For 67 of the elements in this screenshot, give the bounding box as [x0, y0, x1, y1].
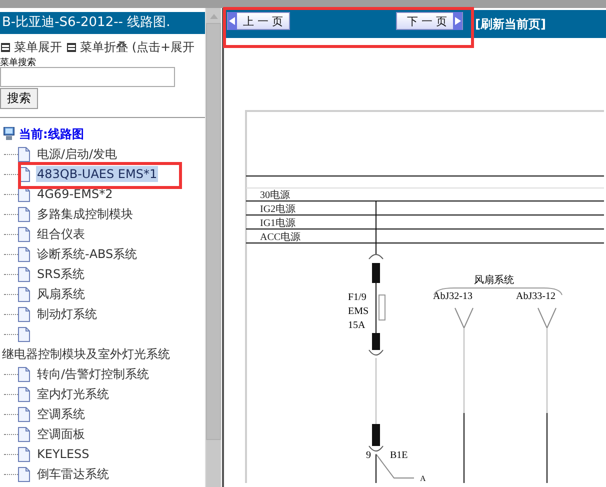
splice-label: B1E: [390, 450, 408, 461]
connector-symbol: [538, 308, 556, 330]
search-label: 菜单搜索: [0, 56, 37, 67]
document-icon: [18, 386, 30, 402]
rail-label: 30电源: [260, 190, 290, 201]
previous-page-button[interactable]: 上 一 页: [227, 12, 290, 30]
menu-link[interactable]: 菜单折叠 (点击+展开: [80, 38, 195, 56]
tree-folder-label[interactable]: 继电器控制模块及室外灯光系统: [2, 346, 170, 362]
tree-root-label[interactable]: 当前:线路图: [19, 126, 84, 142]
terminal-block: [372, 424, 380, 446]
tree-item[interactable]: 诊断系统-ABS系统: [36, 244, 138, 264]
document-icon: [18, 266, 30, 282]
connector-label: AbJ33-12: [516, 291, 556, 302]
connector-arc: [368, 254, 384, 260]
connector-label: AbJ32-13: [433, 291, 472, 302]
connector-arc: [368, 350, 384, 356]
document-icon: [18, 286, 30, 302]
document-icon: [18, 366, 30, 382]
next-page-button[interactable]: 下 一 页: [396, 12, 463, 30]
rail-label: ACC电源: [260, 232, 301, 243]
tree-item[interactable]: 转向/告警灯控制系统: [36, 364, 150, 384]
fuse-name: F1/9: [348, 292, 366, 303]
menu-icon[interactable]: [1, 42, 10, 52]
tree-item[interactable]: 多路集成控制模块: [36, 204, 134, 224]
tree-item[interactable]: 室内灯光系统: [36, 384, 110, 404]
branch-label: A: [420, 474, 426, 483]
terminal-block: [372, 263, 380, 283]
tree-item[interactable]: 制动灯系统: [36, 304, 98, 324]
document-icon: [18, 306, 30, 322]
document-icon: [18, 146, 30, 162]
tree-item[interactable]: 电源/启动/发电: [36, 144, 118, 164]
tree-item[interactable]: 组合仪表: [36, 224, 86, 244]
document-icon: [18, 466, 30, 482]
document-icon: [18, 226, 30, 242]
computer-icon: [3, 127, 15, 141]
tree-item[interactable]: 空调系统: [36, 404, 86, 424]
rail-label: IG1电源: [260, 218, 296, 229]
tree-item[interactable]: KEYLESS: [36, 446, 90, 462]
system-label: 风扇系统: [474, 275, 514, 286]
connector-arc: [368, 446, 384, 452]
tree-item[interactable]: 483QB-UAES EMS*1: [36, 166, 158, 182]
refresh-link[interactable]: [刷新当前页]: [475, 16, 546, 32]
tree-item[interactable]: 空调面板: [36, 424, 86, 444]
menu-icon[interactable]: [67, 42, 76, 52]
terminal-block: [372, 333, 380, 350]
document-icon: [18, 206, 30, 222]
search-field[interactable]: [0, 67, 175, 87]
rail-label: IG2电源: [260, 204, 296, 215]
pin-label: 9: [366, 450, 371, 461]
document-icon: [18, 426, 30, 442]
document-icon: [18, 406, 30, 422]
document-icon: [18, 326, 30, 342]
tree-item[interactable]: 倒车雷达系统: [36, 464, 110, 484]
scrollbar[interactable]: [205, 8, 221, 487]
document-icon: [18, 246, 30, 262]
tree-item[interactable]: SRS系统: [36, 264, 86, 284]
panel-title: B-比亚迪-S6-2012-- 线路图.: [0, 12, 205, 34]
tree-item[interactable]: 4G69-EMS*2: [36, 186, 114, 202]
fuse-symbol: [378, 294, 386, 320]
connector-symbol: [454, 308, 474, 330]
menu-link[interactable]: 菜单展开: [14, 38, 62, 56]
search-button[interactable]: 搜索: [0, 88, 38, 109]
fuse-rating: 15A: [348, 320, 366, 331]
fuse-circuit: EMS: [348, 306, 369, 317]
document-icon: [18, 446, 30, 462]
scrollbar-thumb[interactable]: [206, 23, 221, 440]
tree-item[interactable]: 风扇系统: [36, 284, 86, 304]
